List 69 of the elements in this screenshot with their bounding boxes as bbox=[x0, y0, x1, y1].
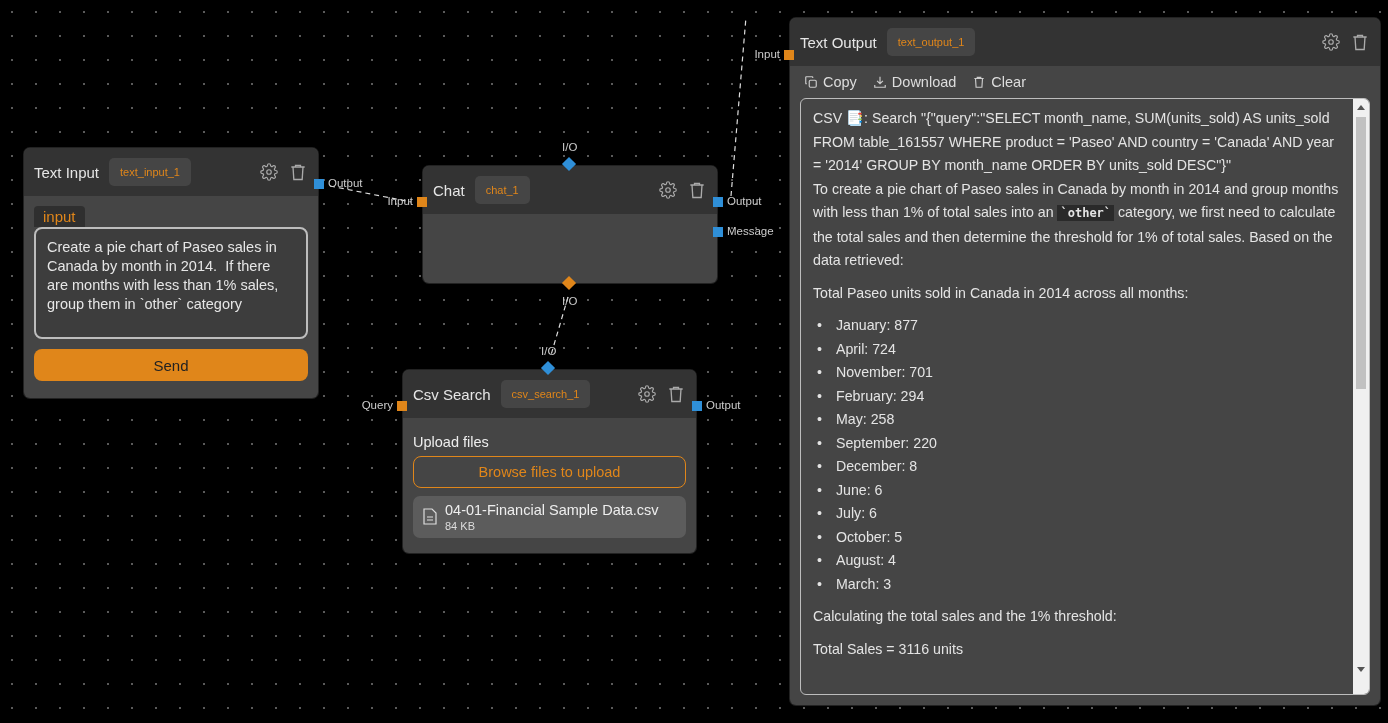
node-id-badge: text_input_1 bbox=[109, 158, 191, 186]
port-label: Output bbox=[727, 195, 762, 207]
download-button[interactable]: Download bbox=[872, 74, 957, 90]
list-item: December: 8 bbox=[835, 457, 918, 476]
delete-icon[interactable] bbox=[666, 384, 686, 404]
port-label: Message bbox=[727, 225, 774, 237]
output-paragraph: Total Paseo units sold in Canada in 2014 across all months: bbox=[813, 283, 1190, 303]
list-item: July: 6 bbox=[835, 504, 877, 523]
settings-icon[interactable] bbox=[260, 163, 278, 181]
list-item: March: 3 bbox=[835, 574, 892, 594]
node-id-badge: chat_1 bbox=[474, 176, 530, 204]
copy-button[interactable]: Copy bbox=[804, 74, 857, 90]
port-label: I/O bbox=[562, 295, 578, 307]
file-size: 84 KB bbox=[445, 520, 476, 532]
port-label: Query bbox=[361, 399, 393, 411]
file-name: 04-01-Financial Sample Data.csv bbox=[445, 502, 659, 518]
send-button[interactable]: Send bbox=[34, 349, 308, 381]
port-label: Output bbox=[328, 177, 363, 189]
list-item: September: 220 bbox=[835, 433, 937, 453]
output-paragraph: Total Sales = 3116 units bbox=[813, 639, 964, 659]
node-id-badge: text_output_1 bbox=[886, 28, 976, 56]
delete-icon[interactable] bbox=[288, 162, 308, 182]
copy-icon bbox=[804, 75, 818, 89]
list-item: October: 5 bbox=[835, 527, 903, 547]
bullet-mark: • bbox=[817, 433, 822, 453]
list-item: April: 724 bbox=[835, 339, 896, 359]
trash-icon bbox=[972, 75, 987, 89]
bullet-mark: • bbox=[817, 527, 822, 547]
bullet-mark: • bbox=[817, 457, 822, 476]
list-item: February: 294 bbox=[835, 386, 925, 406]
bullet-mark: • bbox=[817, 316, 822, 335]
output-paragraph: Calculating the total sales and the 1% threshold: bbox=[813, 607, 1118, 626]
list-item: August: 4 bbox=[835, 551, 896, 570]
output-paragraph: CSV 📑: Search "{"query":"SELECT month_name, SUM(units_sold) AS units_sold FROM table_161557 WHERE product = 'Paseo' AND country = 'Canada' AND year = '2014' GROUP BY month_name ORDER BY units_sold DESC"}" bbox=[813, 109, 1336, 175]
download-icon bbox=[872, 75, 887, 89]
bullet-mark: • bbox=[817, 504, 822, 523]
settings-icon[interactable] bbox=[1322, 33, 1340, 51]
list-item: January: 877 bbox=[835, 316, 918, 335]
node-title: Chat bbox=[433, 181, 465, 199]
list-item: May: 258 bbox=[835, 410, 895, 429]
node-id-badge: csv_search_1 bbox=[500, 380, 591, 408]
node-title: Csv Search bbox=[413, 385, 491, 403]
delete-icon[interactable] bbox=[1350, 32, 1370, 52]
node-title: Text Output bbox=[800, 33, 877, 51]
node-title: Text Input bbox=[34, 163, 100, 181]
input-field[interactable]: Create a pie chart of Paseo sales in Canada by month in 2014. If there are months with less than 1% sales, group them in `other` category bbox=[34, 227, 308, 339]
bullet-mark: • bbox=[817, 386, 822, 406]
bullet-mark: • bbox=[817, 363, 822, 382]
bullet-mark: • bbox=[817, 574, 822, 594]
settings-icon[interactable] bbox=[659, 181, 677, 199]
port-label: I/O bbox=[562, 141, 578, 153]
field-label: input bbox=[34, 206, 85, 227]
upload-label: Upload files bbox=[413, 434, 490, 450]
bullet-mark: • bbox=[817, 339, 822, 359]
port-label: Input bbox=[387, 195, 413, 207]
delete-icon[interactable] bbox=[687, 180, 707, 200]
output-paragraph: To create a pie chart of Paseo sales in Canada by month in 2014 and group months with less than 1% of total sales into an `other` category, we first need to calculate the total sales and then determine the threshold for 1% of total sales. Based on the data retrieved: bbox=[813, 179, 1340, 270]
port-label: Input bbox=[754, 48, 780, 60]
list-item: June: 6 bbox=[835, 480, 883, 500]
settings-icon[interactable] bbox=[638, 385, 656, 403]
port-label: I/O bbox=[541, 345, 557, 357]
bullet-mark: • bbox=[817, 551, 822, 570]
port-label: Output bbox=[706, 399, 741, 411]
bullet-mark: • bbox=[817, 480, 822, 500]
file-icon bbox=[423, 508, 437, 525]
scrollbar[interactable] bbox=[1353, 99, 1369, 694]
clear-button[interactable]: Clear bbox=[972, 74, 1026, 90]
bullet-mark: • bbox=[817, 410, 822, 429]
list-item: November: 701 bbox=[835, 363, 933, 382]
